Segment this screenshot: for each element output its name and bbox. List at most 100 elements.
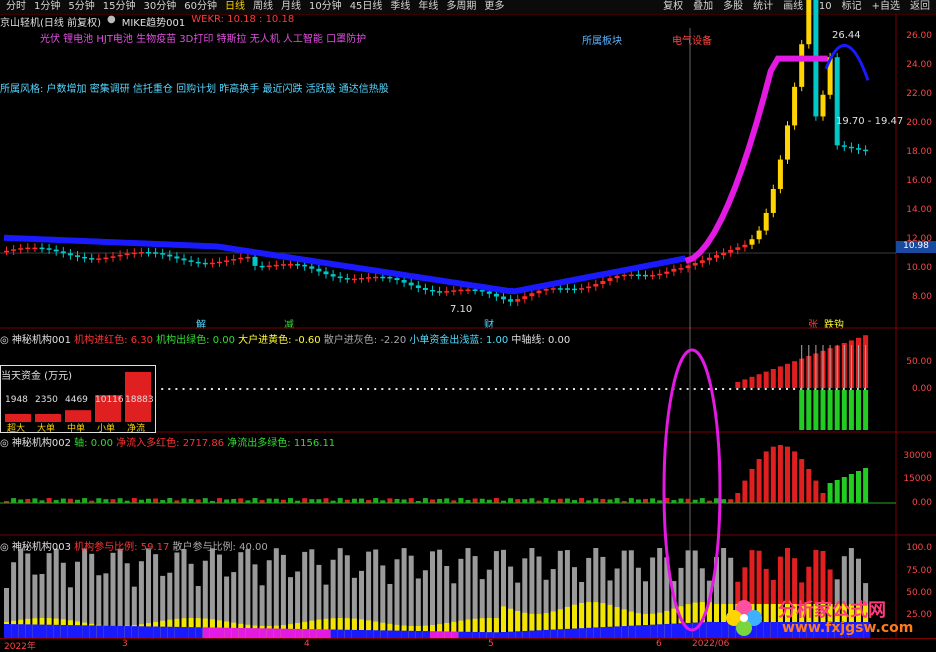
- flow-bar: [650, 498, 656, 503]
- small-holder-bar: [266, 628, 274, 638]
- flow-bar: [742, 480, 748, 503]
- flow-bar: [430, 499, 435, 503]
- axis-dot: [700, 388, 703, 390]
- candle-body: [337, 276, 343, 279]
- axis-dot: [260, 388, 263, 390]
- axis-dot: [743, 388, 746, 390]
- small-holder-bar: [586, 627, 594, 638]
- cash-label: 中单: [67, 422, 85, 432]
- candle-body: [820, 94, 826, 117]
- small-holder-bar: [572, 628, 580, 638]
- legend-item: 中轴线: 0.00: [511, 335, 571, 346]
- candle-body: [834, 57, 840, 146]
- panel2-legend: ◎ 神秘机构002 轴: 0.00 净流入多红色: 2717.86 净流出多绿色…: [0, 434, 335, 449]
- flow-bar: [131, 498, 137, 503]
- participation-bar: [408, 555, 414, 638]
- candle-body: [131, 252, 137, 255]
- axis-dot: [274, 388, 277, 390]
- kline-chart[interactable]: [0, 0, 936, 651]
- small-holder-bar: [32, 624, 40, 638]
- small-holder-bar: [67, 625, 76, 638]
- candle-body: [579, 288, 585, 290]
- candle-body: [288, 264, 293, 266]
- date-label: 4: [304, 639, 310, 649]
- axis-dot: [388, 388, 391, 390]
- cash-bar: [65, 410, 91, 422]
- axis-dot: [239, 388, 242, 390]
- axis-dot: [587, 388, 590, 390]
- axis-label: 75.00: [906, 566, 932, 576]
- flow-bar: [799, 459, 805, 503]
- small-holder-bar: [593, 627, 601, 638]
- small-holder-bar: [401, 630, 409, 638]
- candle-body: [25, 247, 31, 250]
- flow-bar: [792, 451, 798, 503]
- flow-bar: [195, 499, 201, 503]
- axis-dot: [281, 388, 284, 390]
- flow-bar: [564, 498, 570, 503]
- small-holder-bar: [564, 628, 573, 638]
- low-price: 7.10: [450, 304, 473, 315]
- candle-body: [387, 276, 393, 279]
- axis-dot: [161, 388, 164, 390]
- inst-out-bar: [834, 390, 840, 430]
- inst-out-bar: [827, 390, 833, 430]
- mike-trend-line: [3, 234, 687, 295]
- axis-dot: [296, 388, 299, 390]
- small-holder-bar: [167, 626, 175, 638]
- small-holder-bar: [124, 626, 132, 638]
- panel-title: ◎ 神秘机构002: [0, 438, 75, 449]
- candle-body: [572, 288, 577, 291]
- flow-bar: [493, 498, 499, 503]
- candle-body: [153, 252, 159, 254]
- flow-bar: [316, 499, 322, 503]
- legend-item: 散户参与比例: 40.00: [172, 542, 268, 553]
- flow-bar: [25, 498, 31, 503]
- candle-body: [46, 248, 52, 250]
- candle-body: [373, 276, 379, 279]
- axis-dot: [303, 388, 306, 390]
- small-holder-bar: [600, 627, 608, 638]
- axis-dot: [615, 388, 618, 390]
- candle-body: [501, 296, 506, 300]
- axis-dot: [786, 388, 788, 390]
- date-label: 2022年: [4, 642, 36, 652]
- inst-in-bar: [770, 369, 776, 388]
- candle-body: [437, 291, 443, 293]
- small-holder-bar: [635, 625, 644, 638]
- cash-flow-box: 当天资金 (万元) 1948 超大 2350 大单 4469 中单 10116 小单 18883…: [0, 365, 156, 433]
- candle-body: [621, 274, 627, 277]
- axis-dot: [416, 388, 419, 390]
- flow-bar: [472, 498, 478, 503]
- small-holder-bar: [39, 624, 47, 638]
- axis-dot: [381, 388, 384, 390]
- axis-dot: [793, 388, 796, 390]
- axis-dot: [459, 388, 462, 390]
- axis-dot: [253, 388, 256, 390]
- small-holder-bar: [245, 628, 253, 638]
- candle-body: [394, 278, 400, 281]
- flow-bar: [593, 498, 599, 503]
- small-holder-bar: [53, 624, 61, 638]
- legend-item: 机构进红色: 6.30: [74, 335, 157, 346]
- small-holder-bar: [25, 624, 33, 638]
- axis-dot: [771, 388, 774, 390]
- candle-body: [777, 159, 783, 189]
- flow-bar: [749, 469, 755, 503]
- axis-dot: [573, 388, 575, 390]
- flow-bar: [522, 499, 528, 503]
- candle-body: [422, 287, 428, 290]
- candle-body: [238, 257, 244, 260]
- small-holder-bar: [75, 625, 83, 638]
- axis-dot: [210, 388, 213, 390]
- candle-body: [465, 289, 471, 291]
- small-holder-bar: [351, 629, 360, 638]
- flow-bar: [785, 446, 790, 503]
- axis-dot: [544, 388, 547, 390]
- candle-body: [586, 286, 592, 289]
- small-holder-bar: [4, 624, 12, 638]
- small-holder-bar: [671, 623, 679, 638]
- small-holder-bar: [259, 628, 267, 638]
- candle-body: [650, 274, 656, 277]
- candle-body: [444, 291, 450, 293]
